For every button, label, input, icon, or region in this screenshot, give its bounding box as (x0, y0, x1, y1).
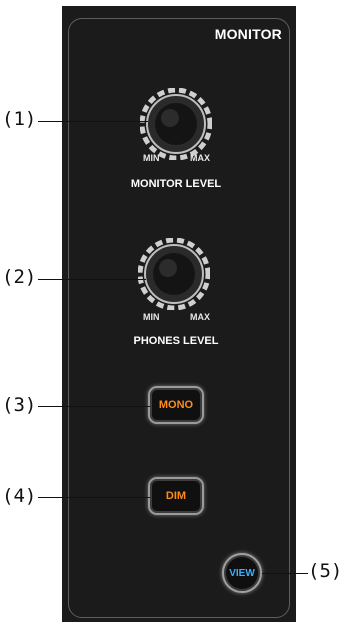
section-title: MONITOR (214, 26, 282, 42)
monitor-level-min-label: MIN (143, 153, 160, 163)
monitor-level-max-label: MAX (190, 153, 210, 163)
view-button[interactable]: VIEW (222, 553, 262, 593)
monitor-level-label: MONITOR LEVEL (130, 178, 222, 190)
callout-2: (2) (2, 266, 37, 288)
phones-level-max-label: MAX (190, 312, 210, 322)
callout-5: (5) (308, 560, 343, 582)
callout-2-line (38, 279, 146, 280)
callout-5-line (262, 573, 308, 574)
mono-button[interactable]: MONO (148, 386, 204, 424)
callout-1-line (38, 121, 148, 122)
phones-level-knob[interactable] (138, 238, 210, 310)
callout-4: (4) (2, 485, 37, 507)
monitor-level-knob[interactable] (140, 88, 212, 160)
phones-level-min-label: MIN (143, 312, 160, 322)
callout-3-line (38, 406, 150, 407)
phones-level-label: PHONES LEVEL (133, 335, 219, 347)
dim-button[interactable]: DIM (148, 477, 204, 515)
callout-3: (3) (2, 394, 37, 416)
callout-4-line (38, 497, 150, 498)
callout-1: (1) (2, 108, 37, 130)
